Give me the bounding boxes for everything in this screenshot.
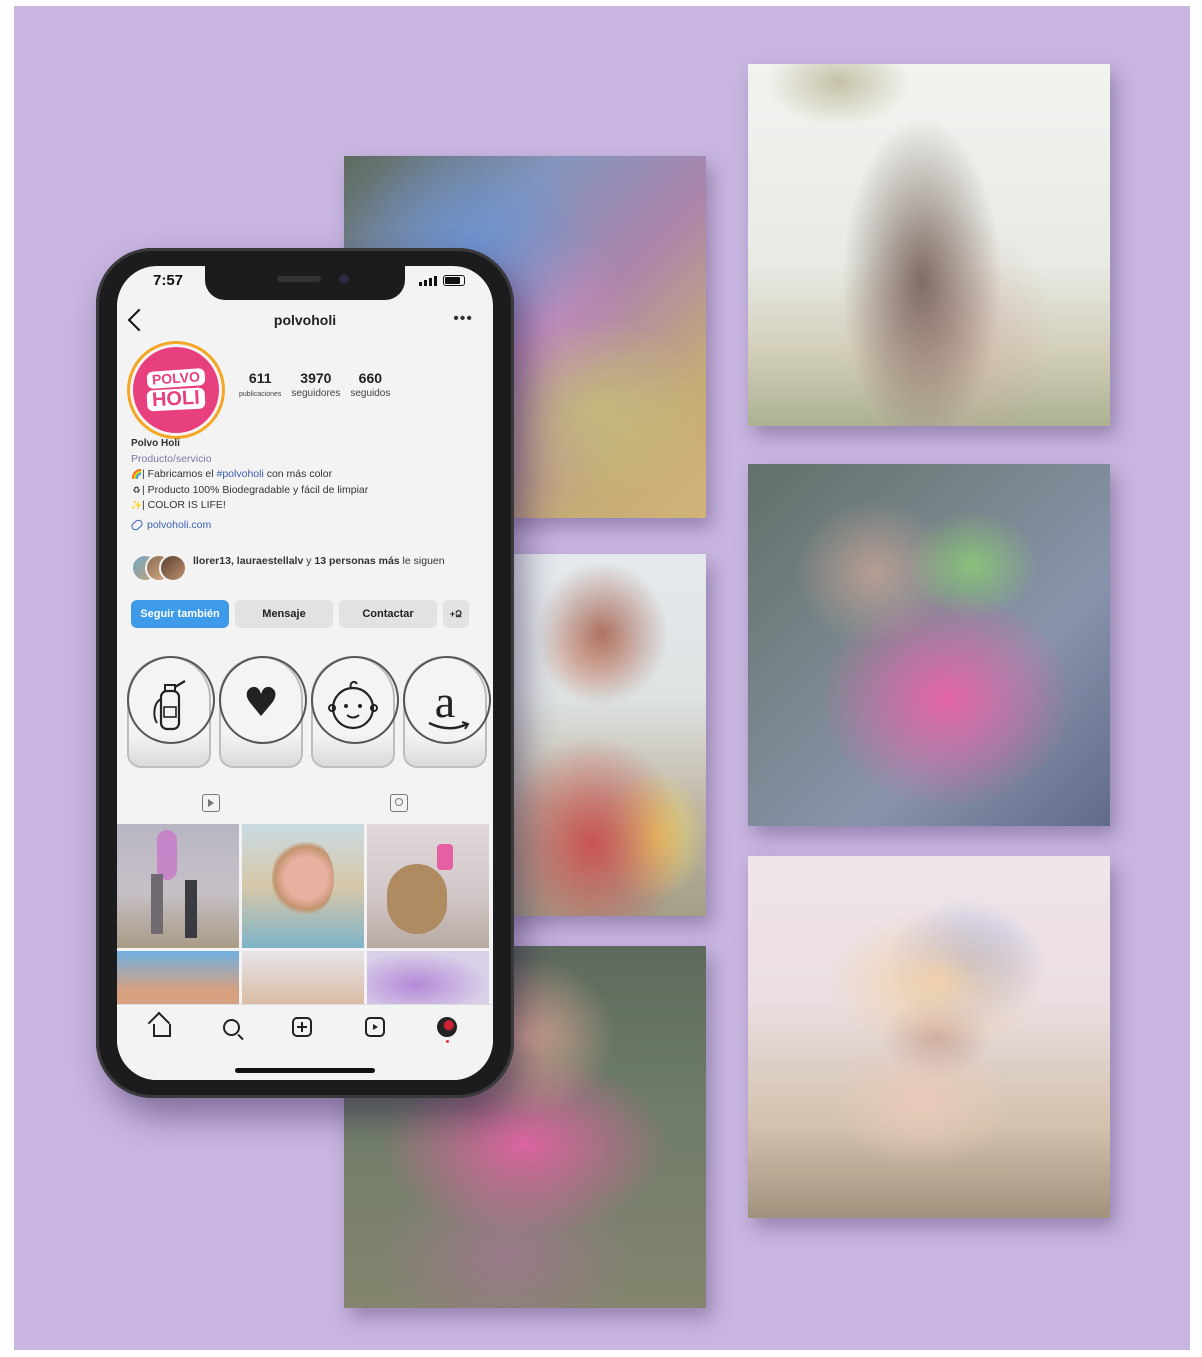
link-icon: [129, 518, 145, 533]
photo-pink-powder-throw: [748, 464, 1110, 826]
sparkles-icon: ✨: [131, 500, 143, 510]
create-post-icon[interactable]: [292, 1017, 313, 1037]
follow-back-button[interactable]: Seguir también: [131, 600, 229, 628]
followed-by-text: llorer13, lauraestellalv y 13 personas m…: [193, 555, 445, 567]
bottom-navigation: [117, 1004, 493, 1080]
stat-label: seguidos: [350, 388, 391, 399]
profile-bio: Polvo Holi Producto/servicio 🌈| Fabricam…: [129, 436, 481, 534]
post-thumbnail[interactable]: [117, 824, 239, 948]
profile-icon[interactable]: [436, 1017, 457, 1043]
home-indicator: [235, 1068, 375, 1073]
followed-by[interactable]: llorer13, lauraestellalv y 13 personas m…: [131, 554, 481, 582]
signal-icon: [419, 275, 437, 286]
profile-tabs: [117, 786, 493, 820]
photo-colored-hands-face: [748, 856, 1110, 1218]
phone-notch: [205, 266, 405, 300]
follower-avatars: [131, 554, 187, 582]
search-icon[interactable]: [223, 1018, 241, 1036]
message-button[interactable]: Mensaje: [235, 600, 333, 628]
stat-value: 611: [248, 370, 272, 386]
stat-label: seguidores: [291, 388, 341, 399]
status-time: 7:57: [153, 272, 184, 289]
photo-woman-red-dress: [498, 554, 706, 916]
tagged-tab-icon[interactable]: [390, 794, 408, 812]
bio-line-2: ♻| Producto 100% Biodegradable y fácil d…: [131, 483, 481, 499]
rainbow-icon: 🌈: [131, 469, 143, 479]
home-icon[interactable]: [153, 1023, 172, 1037]
bio-line-1: 🌈| Fabricamos el #polvoholi con más colo…: [131, 467, 481, 483]
story-highlights: ♥ a: [127, 656, 493, 774]
post-thumbnail[interactable]: [117, 951, 239, 1007]
recycle-icon: ♻: [132, 484, 141, 495]
battery-icon: [443, 275, 465, 286]
logo-text-top: POLVO: [146, 367, 206, 390]
stat-value: 3970: [300, 370, 332, 386]
post-thumbnail[interactable]: [242, 824, 364, 948]
highlight-extinguisher[interactable]: [127, 656, 215, 768]
photo-woman-dancing: [748, 64, 1110, 426]
highlight-baby[interactable]: [311, 656, 399, 768]
more-options-icon[interactable]: •••: [453, 310, 473, 328]
profile-stats: 611 publicaciones 3970 seguidores 660 se…: [239, 370, 390, 399]
smartphone-mockup: 7:57 polvoholi ••• POLVO HOLI 611 public…: [96, 248, 514, 1098]
profile-header: polvoholi •••: [117, 306, 493, 340]
posts-grid: [117, 824, 493, 1007]
display-name: Polvo Holi: [131, 438, 180, 449]
amazon-icon: a: [428, 675, 470, 730]
logo-text-bottom: HOLI: [146, 387, 206, 412]
stat-value: 660: [358, 370, 383, 386]
bio-line-3: ✨| COLOR IS LIFE!: [131, 498, 481, 514]
suggest-user-button[interactable]: +Ձ: [443, 600, 469, 628]
reels-tab-icon[interactable]: [202, 794, 220, 812]
stat-followers[interactable]: 3970 seguidores: [291, 370, 340, 399]
mockup-background: 7:57 polvoholi ••• POLVO HOLI 611 public…: [14, 6, 1190, 1350]
profile-category: Producto/servicio: [131, 452, 212, 465]
instagram-profile-screen: 7:57 polvoholi ••• POLVO HOLI 611 public…: [117, 266, 493, 1080]
stat-following[interactable]: 660 seguidos: [350, 370, 390, 399]
post-thumbnail[interactable]: [367, 824, 489, 948]
stat-label: publicaciones: [239, 391, 282, 398]
highlight-heart[interactable]: ♥: [219, 656, 307, 768]
reels-icon[interactable]: [364, 1017, 385, 1037]
profile-username: polvoholi: [273, 312, 337, 328]
profile-avatar[interactable]: POLVO HOLI: [130, 344, 222, 436]
post-thumbnail[interactable]: [367, 951, 489, 1007]
stat-posts[interactable]: 611 publicaciones: [239, 370, 281, 399]
website-link[interactable]: polvoholi.com: [129, 518, 481, 534]
post-thumbnail[interactable]: [242, 951, 364, 1007]
status-icons: [419, 275, 465, 286]
hashtag-link[interactable]: #polvoholi: [217, 468, 264, 480]
highlight-amazon[interactable]: a: [403, 656, 491, 768]
contact-button[interactable]: Contactar: [339, 600, 437, 628]
profile-actions: Seguir también Mensaje Contactar +Ձ: [131, 600, 469, 628]
